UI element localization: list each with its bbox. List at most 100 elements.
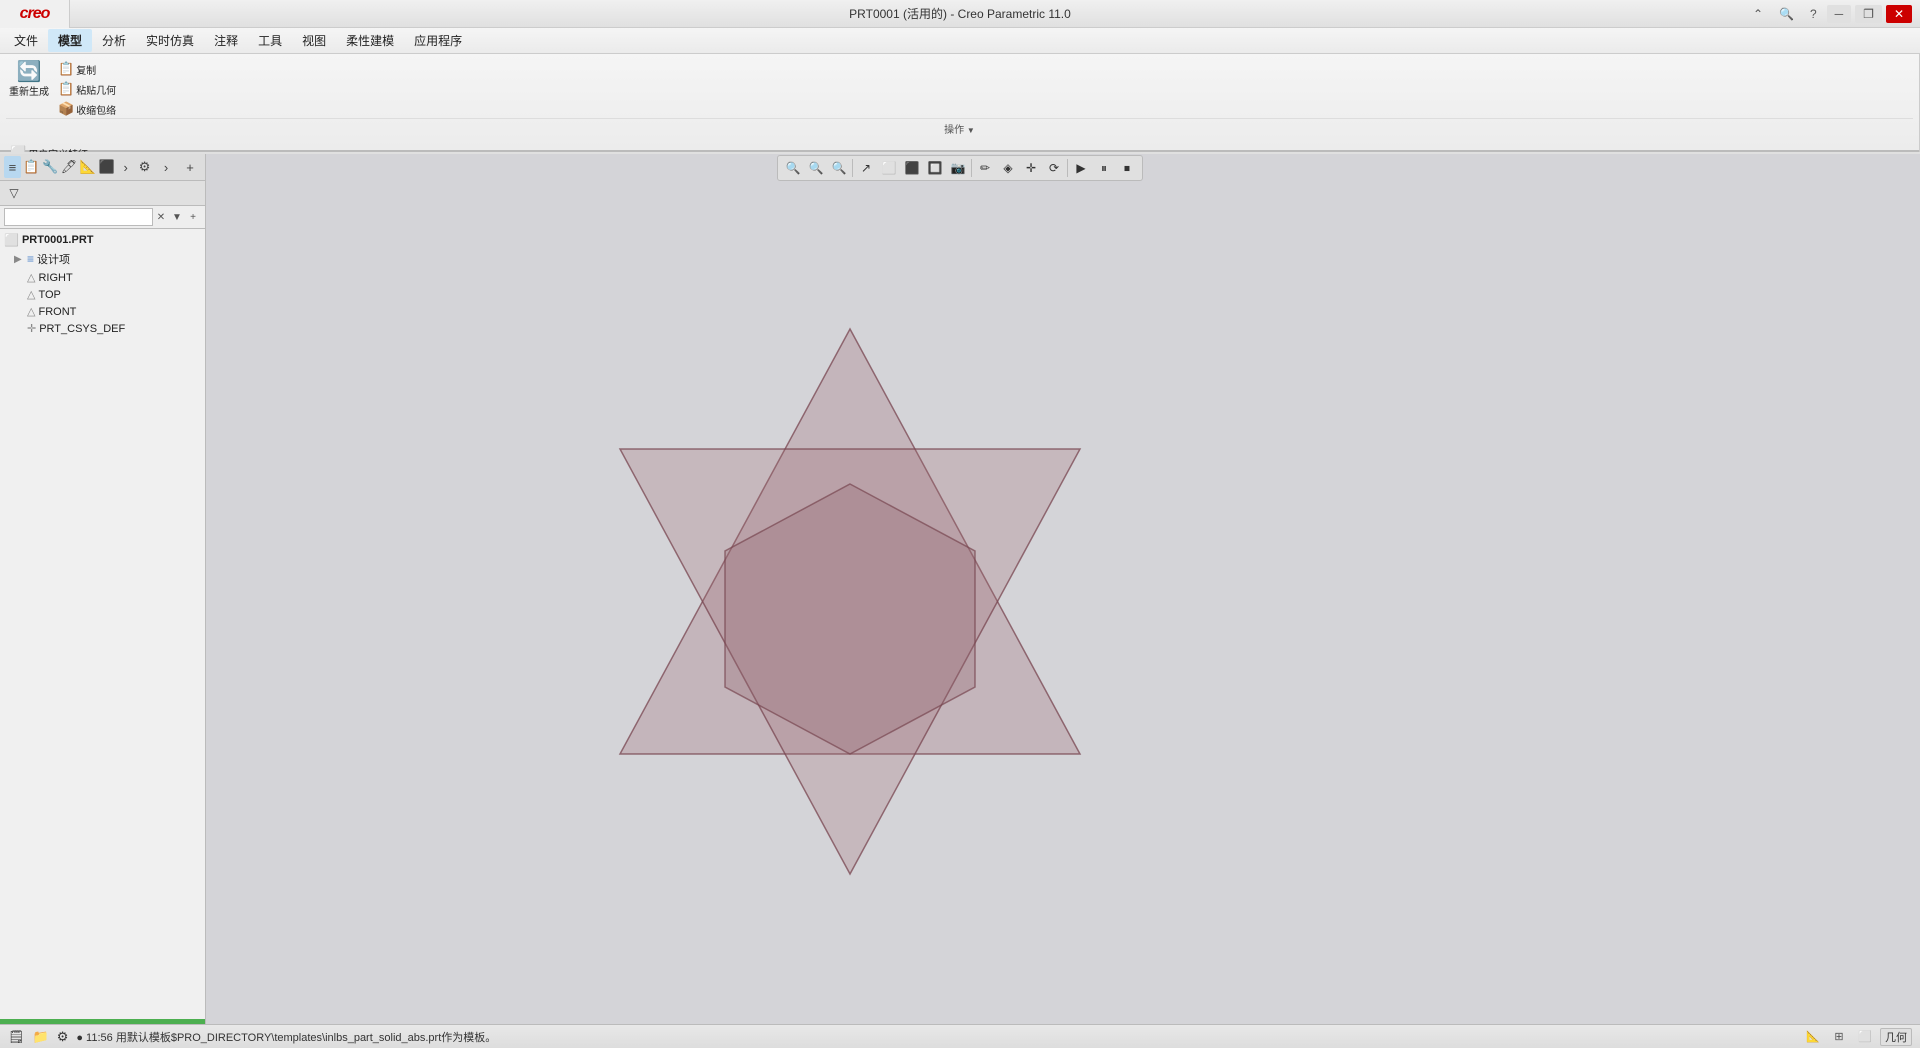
search-add-btn[interactable]: +	[185, 208, 201, 226]
menu-flexible[interactable]: 柔性建模	[336, 29, 404, 52]
vtb-stop[interactable]: ⏹	[1116, 157, 1138, 179]
ribbon-btn-paste-geo[interactable]: 📋粘贴几何	[54, 80, 120, 98]
vtb-zoom-out[interactable]: 🔍	[805, 157, 827, 179]
vtb-sketch-mode[interactable]: ✏	[974, 157, 996, 179]
menu-file[interactable]: 文件	[4, 29, 48, 52]
right-expand: ▶	[14, 272, 24, 283]
menu-annotation[interactable]: 注释	[204, 29, 248, 52]
sb-file-icon[interactable]: 🗒	[8, 1029, 25, 1045]
ribbon-btn-regenerate[interactable]: 🔄 重新生成	[6, 60, 52, 100]
menu-applications[interactable]: 应用程序	[404, 29, 472, 52]
root-icon: ⬜	[4, 233, 19, 247]
ribbon-btn-shrink[interactable]: 📦收缩包络	[54, 100, 120, 118]
tree-item-front[interactable]: ▶ △ FRONT	[0, 303, 205, 320]
lp-tab-forward[interactable]: ›	[117, 156, 134, 178]
vtb-sep2	[971, 159, 972, 177]
logo-text: creo	[20, 5, 50, 23]
regenerate-label: 重新生成	[9, 83, 49, 98]
help-btn[interactable]: ?	[1804, 5, 1823, 23]
lp-tab-expand[interactable]: ›	[155, 156, 177, 178]
sb-grid-btn[interactable]: ⊞	[1828, 1027, 1850, 1047]
tree-item-front-label: FRONT	[38, 306, 76, 318]
search-expand-btn[interactable]: ▼	[169, 208, 185, 226]
statusbar-right: 📐 ⊞ ⬜ 几何	[1802, 1027, 1912, 1047]
search-icon[interactable]: 🔍	[1773, 5, 1800, 23]
statusbar: 🗒 📁 ⚙ ● 11:56 用默认模板$PRO_DIRECTORY\templa…	[0, 1024, 1920, 1048]
menu-simulation[interactable]: 实时仿真	[136, 29, 204, 52]
design-icon: ≡	[27, 252, 34, 266]
copy-icon: 📋	[58, 61, 74, 77]
lp-tab-add[interactable]: +	[179, 156, 201, 178]
vtb-sep1	[852, 159, 853, 177]
minimize-btn[interactable]: ─	[1827, 5, 1852, 23]
tree-item-design[interactable]: ▶ ≡ 设计项	[0, 249, 205, 269]
view-toolbar: 🔍 🔍 🔍 ↗ ⬜ ⬛ 🔲 📷 ✏ ◈ ✛ ⟳ ▶ ⏸ ⏹	[777, 155, 1143, 181]
model-3d-canvas	[206, 154, 1920, 1024]
lp-tab-tree[interactable]: ≡	[4, 156, 21, 178]
tree-item-right-label: RIGHT	[38, 272, 72, 284]
menu-model[interactable]: 模型	[48, 29, 92, 52]
search-clear-btn[interactable]: ✕	[153, 208, 169, 226]
left-panel: ≡ 📋 🔧 🖊 📐 ⬛ › ⚙ › + ▽ ✕ ▼ + ⬜ PRT0001.PR…	[0, 154, 206, 1024]
tree-item-csys-label: PRT_CSYS_DEF	[39, 323, 125, 335]
tree-item-right[interactable]: ▶ △ RIGHT	[0, 269, 205, 286]
vtb-play[interactable]: ▶	[1070, 157, 1092, 179]
vtb-hidden[interactable]: 🔲	[924, 157, 946, 179]
menu-tools[interactable]: 工具	[248, 29, 292, 52]
creo-logo[interactable]: creo	[0, 0, 70, 28]
vtb-csys-display[interactable]: ✛	[1020, 157, 1042, 179]
vtb-rotate[interactable]: ↗	[855, 157, 877, 179]
model-tree: ⬜ PRT0001.PRT ▶ ≡ 设计项 ▶ △ RIGHT ▶ △ TOP …	[0, 229, 205, 1019]
vtb-sep3	[1067, 159, 1068, 177]
tree-item-root-label: PRT0001.PRT	[22, 234, 94, 246]
menu-analysis[interactable]: 分析	[92, 29, 136, 52]
restore-btn[interactable]: ❐	[1855, 5, 1882, 23]
ribbon: 🔄 重新生成 📋复制 📋粘贴几何 📦收缩包络 操作 ▼ ⬜用户定义特征 📋复制几…	[0, 54, 1920, 152]
tree-item-top[interactable]: ▶ △ TOP	[0, 286, 205, 303]
lp-tab-sketch[interactable]: 🖊	[61, 156, 78, 178]
close-btn[interactable]: ✕	[1886, 5, 1912, 23]
csys-expand: ▶	[14, 323, 24, 334]
vtb-zoom-fit[interactable]: 🔍	[828, 157, 850, 179]
sb-screen-btn[interactable]: ⬜	[1854, 1027, 1876, 1047]
window-title: PRT0001 (活用的) - Creo Parametric 11.0	[849, 5, 1071, 22]
vtb-zoom-in[interactable]: 🔍	[782, 157, 804, 179]
vtb-datum[interactable]: ◈	[997, 157, 1019, 179]
front-expand: ▶	[14, 306, 24, 317]
sb-view-btn[interactable]: 📐	[1802, 1027, 1824, 1047]
vtb-snapshot[interactable]: 📷	[947, 157, 969, 179]
top-expand: ▶	[14, 289, 24, 300]
menu-view[interactable]: 视图	[292, 29, 336, 52]
left-panel-search: ✕ ▼ +	[0, 206, 205, 229]
csys-icon2: ✛	[27, 322, 36, 335]
sb-settings-icon[interactable]: ⚙	[57, 1029, 69, 1045]
lp-tab-more[interactable]: ⬛	[98, 156, 115, 178]
design-expand: ▶	[14, 254, 24, 265]
paste-geo-icon: 📋	[58, 81, 74, 97]
lp-tab-props[interactable]: 🔧	[42, 156, 59, 178]
ribbon-btn-copy[interactable]: 📋复制	[54, 60, 120, 78]
shrink-icon: 📦	[58, 101, 74, 117]
viewport[interactable]	[206, 154, 1920, 1024]
tree-item-csys[interactable]: ▶ ✛ PRT_CSYS_DEF	[0, 320, 205, 337]
sb-folder-icon[interactable]: 📁	[33, 1029, 49, 1045]
sb-geometry-label: 几何	[1880, 1028, 1912, 1046]
ribbon-group-operations: 🔄 重新生成 📋复制 📋粘贴几何 📦收缩包络 操作 ▼	[0, 54, 1920, 138]
help-icon[interactable]: ⌃	[1747, 5, 1769, 23]
tree-search-input[interactable]	[4, 208, 153, 226]
right-icon: △	[27, 271, 35, 284]
lp-filter-icon[interactable]: ▽	[4, 183, 24, 203]
lp-tab-layers[interactable]: 📋	[23, 156, 40, 178]
lp-tab-settings[interactable]: ⚙	[136, 156, 153, 178]
titlebar: PRT0001 (活用的) - Creo Parametric 11.0 ⌃ 🔍…	[0, 0, 1920, 28]
lp-tab-csys[interactable]: 📐	[80, 156, 97, 178]
window-controls: ⌃ 🔍 ? ─ ❐ ✕	[1747, 5, 1912, 23]
tree-item-design-label: 设计项	[37, 251, 70, 267]
vtb-shaded[interactable]: ⬛	[901, 157, 923, 179]
vtb-wireframe[interactable]: ⬜	[878, 157, 900, 179]
vtb-spin[interactable]: ⟳	[1043, 157, 1065, 179]
vtb-pause[interactable]: ⏸	[1093, 157, 1115, 179]
tree-item-root[interactable]: ⬜ PRT0001.PRT	[0, 231, 205, 249]
menubar: 文件 模型 分析 实时仿真 注释 工具 视图 柔性建模 应用程序	[0, 28, 1920, 54]
top-icon: △	[27, 288, 35, 301]
